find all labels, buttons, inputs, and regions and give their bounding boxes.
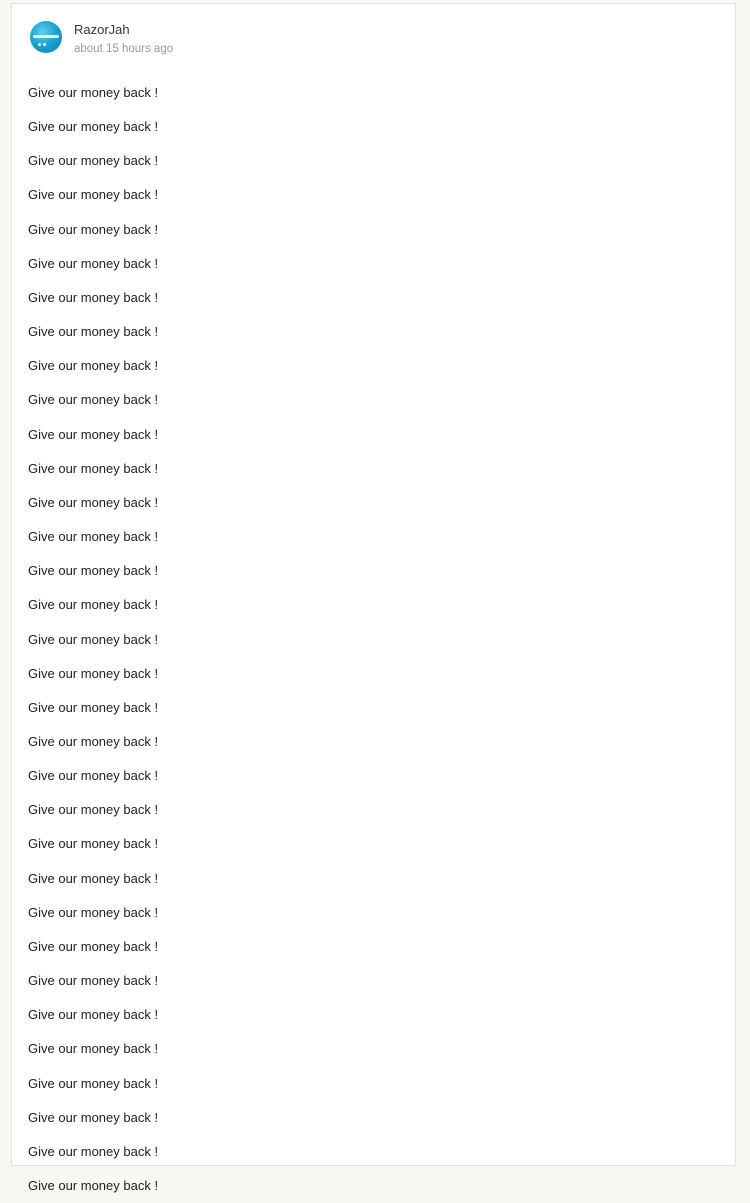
post-line: Give our money back ! [28, 802, 159, 818]
post-line: Give our money back ! [28, 289, 159, 305]
post-line: Give our money back ! [28, 358, 159, 374]
post-line: Give our money back ! [28, 938, 159, 954]
post-line: Give our money back ! [28, 1178, 159, 1193]
post-line: Give our money back ! [28, 324, 159, 340]
author-username[interactable]: RazorJah [74, 22, 173, 38]
post-line: Give our money back ! [28, 460, 159, 476]
post-line: Give our money back ! [28, 1007, 159, 1023]
post-meta: RazorJah about 15 hours ago [74, 22, 173, 57]
post-line: Give our money back ! [28, 836, 159, 852]
post-line: Give our money back ! [28, 1143, 159, 1159]
post-line: Give our money back ! [28, 699, 159, 715]
avatar-dot [38, 43, 41, 46]
post-line: Give our money back ! [28, 563, 159, 579]
post-line: Give our money back ! [28, 1041, 159, 1057]
post-line: Give our money back ! [28, 1075, 159, 1091]
post-line: Give our money back ! [28, 255, 159, 271]
post-timestamp: about 15 hours ago [74, 43, 174, 55]
user-avatar-icon[interactable] [30, 21, 62, 53]
post-line: Give our money back ! [28, 85, 159, 100]
post-line: Give our money back ! [28, 870, 159, 886]
post-line: Give our money back ! [28, 153, 159, 169]
post-author: RazorJah about 15 hours ago [30, 21, 173, 57]
post-line: Give our money back ! [28, 768, 159, 784]
post-line: Give our money back ! [28, 187, 159, 203]
post-line: Give our money back ! [28, 392, 159, 408]
post-line: Give our money back ! [28, 221, 159, 237]
post-line: Give our money back ! [28, 733, 159, 749]
avatar-dot [43, 43, 46, 46]
post-body: Give our money back ! Give our money back… [28, 76, 158, 1203]
post-line: Give our money back ! [28, 631, 159, 647]
post-line: Give our money back ! [28, 904, 159, 920]
post-line: Give our money back ! [28, 665, 159, 681]
post-line: Give our money back ! [28, 973, 159, 989]
post-line: Give our money back ! [28, 1109, 159, 1125]
post-line: Give our money back ! [28, 597, 159, 613]
post-line: Give our money back ! [28, 119, 159, 135]
post-line: Give our money back ! [28, 494, 159, 510]
post-card: RazorJah about 15 hours ago Give our mon… [11, 3, 736, 1193]
post-line: Give our money back ! [28, 529, 159, 545]
avatar-stripe [33, 35, 59, 38]
post-line: Give our money back ! [28, 426, 159, 442]
